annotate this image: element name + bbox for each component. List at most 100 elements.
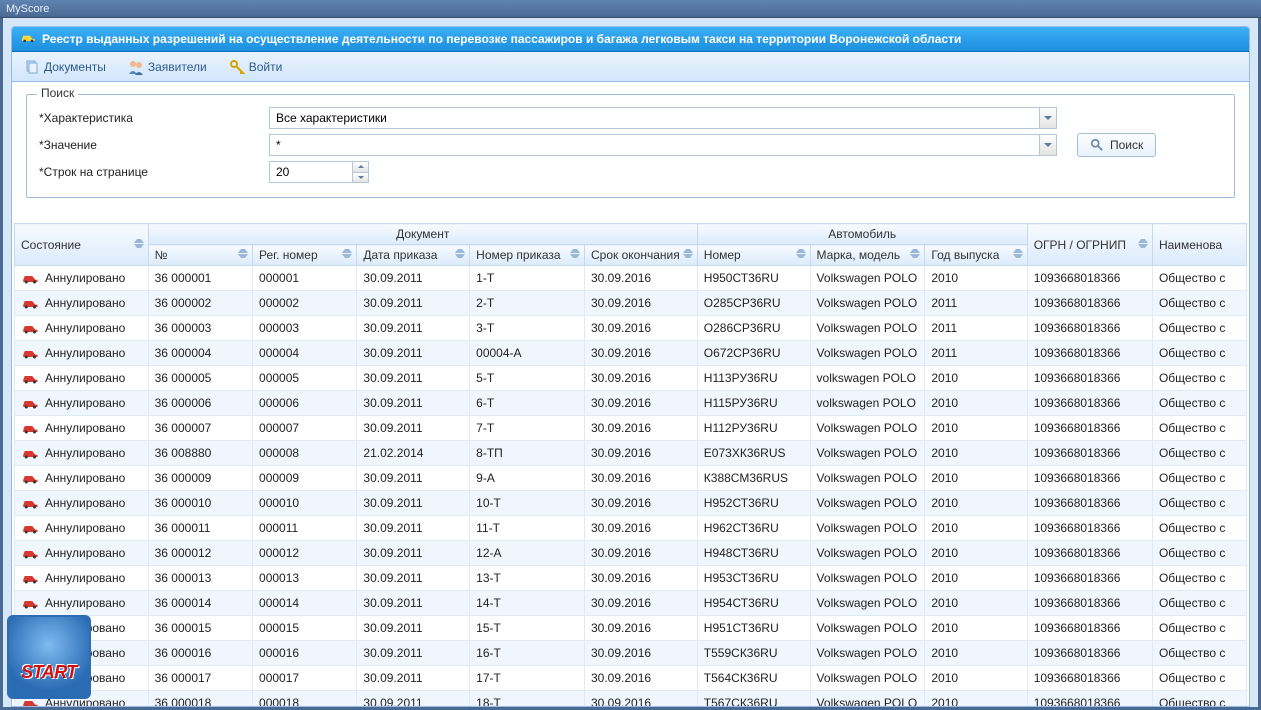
table-row[interactable]: Аннулировано36 00000300000330.09.20113-Т… bbox=[15, 316, 1247, 341]
table-row[interactable]: Аннулировано36 00888000000821.02.20148-Т… bbox=[15, 441, 1247, 466]
col-company[interactable]: Наименова bbox=[1152, 224, 1246, 266]
table-row[interactable]: Аннулировано36 00001800001830.09.201118-… bbox=[15, 691, 1247, 707]
cell-regnum: 000006 bbox=[253, 391, 357, 416]
table-row[interactable]: Аннулировано36 00001100001130.09.201111-… bbox=[15, 516, 1247, 541]
status-label: Аннулировано bbox=[45, 396, 125, 410]
status-label: Аннулировано bbox=[45, 496, 125, 510]
cell-regnum: 000017 bbox=[253, 666, 357, 691]
rows-spinner-up[interactable] bbox=[353, 162, 368, 173]
cell-model: Volkswagen POLO bbox=[810, 491, 925, 516]
col-model[interactable]: Марка, модель bbox=[810, 245, 925, 266]
col-status[interactable]: Состояние bbox=[15, 224, 149, 266]
toolbar-documents[interactable]: Документы bbox=[18, 56, 112, 78]
start-badge[interactable]: START bbox=[7, 615, 91, 699]
cell-year: 2010 bbox=[925, 691, 1027, 707]
col-year[interactable]: Год выпуска bbox=[925, 245, 1027, 266]
key-icon bbox=[229, 59, 245, 75]
cell-expiry: 30.09.2016 bbox=[584, 341, 697, 366]
cell-carnum: Т559СК36RU bbox=[697, 641, 810, 666]
table-row[interactable]: Аннулировано36 00000100000130.09.20111-Т… bbox=[15, 266, 1247, 291]
status-label: Аннулировано bbox=[45, 421, 125, 435]
cell-ordnum: 17-Т bbox=[470, 666, 585, 691]
col-group-document: Документ bbox=[148, 224, 697, 245]
cell-orddate: 21.02.2014 bbox=[357, 441, 470, 466]
cell-expiry: 30.09.2016 bbox=[584, 266, 697, 291]
toolbar-login[interactable]: Войти bbox=[223, 56, 289, 78]
characteristic-combo[interactable] bbox=[269, 107, 1057, 129]
cell-year: 2010 bbox=[925, 466, 1027, 491]
col-group-car: Автомобиль bbox=[697, 224, 1027, 245]
cell-model: Volkswagen POLO bbox=[810, 591, 925, 616]
value-input[interactable] bbox=[270, 136, 1056, 154]
documents-icon bbox=[24, 59, 40, 75]
col-carnum[interactable]: Номер bbox=[697, 245, 810, 266]
cell-year: 2010 bbox=[925, 591, 1027, 616]
table-row[interactable]: Аннулировано36 00001300001330.09.201113-… bbox=[15, 566, 1247, 591]
cell-regnum: 000007 bbox=[253, 416, 357, 441]
value-trigger[interactable] bbox=[1039, 135, 1056, 155]
status-label: Аннулировано bbox=[45, 321, 125, 335]
table-row[interactable]: Аннулировано36 00001700001730.09.201117-… bbox=[15, 666, 1247, 691]
table-row[interactable]: Аннулировано36 00000700000730.09.20117-Т… bbox=[15, 416, 1247, 441]
cell-ordnum: 2-Т bbox=[470, 291, 585, 316]
rows-spinner-down[interactable] bbox=[353, 173, 368, 183]
table-row[interactable]: Аннулировано36 00000500000530.09.20115-Т… bbox=[15, 366, 1247, 391]
col-ogrn[interactable]: ОГРН / ОГРНИП bbox=[1027, 224, 1152, 266]
cell-ogrn: 1093668018366 bbox=[1027, 516, 1152, 541]
table-row[interactable]: Аннулировано36 00000600000630.09.20116-Т… bbox=[15, 391, 1247, 416]
table-row[interactable]: Аннулировано36 00000400000430.09.2011000… bbox=[15, 341, 1247, 366]
toolbar-applicants[interactable]: Заявители bbox=[122, 56, 213, 78]
table-row[interactable]: Аннулировано36 00000900000930.09.20119-А… bbox=[15, 466, 1247, 491]
col-expiry[interactable]: Срок окончания bbox=[584, 245, 697, 266]
panel-header: Реестр выданных разрешений на осуществле… bbox=[12, 27, 1249, 52]
cell-orddate: 30.09.2011 bbox=[357, 616, 470, 641]
cell-ogrn: 1093668018366 bbox=[1027, 566, 1152, 591]
cell-expiry: 30.09.2016 bbox=[584, 366, 697, 391]
search-button[interactable]: Поиск bbox=[1077, 133, 1156, 157]
table-row[interactable]: Аннулировано36 00001600001630.09.201116-… bbox=[15, 641, 1247, 666]
cell-year: 2010 bbox=[925, 666, 1027, 691]
col-orddate[interactable]: Дата приказа bbox=[357, 245, 470, 266]
cell-year: 2010 bbox=[925, 366, 1027, 391]
cell-ordnum: 5-Т bbox=[470, 366, 585, 391]
cell-expiry: 30.09.2016 bbox=[584, 691, 697, 707]
characteristic-trigger[interactable] bbox=[1039, 108, 1056, 128]
cell-ordnum: 12-А bbox=[470, 541, 585, 566]
table-row[interactable]: Аннулировано36 00000200000230.09.20112-Т… bbox=[15, 291, 1247, 316]
cell-expiry: 30.09.2016 bbox=[584, 466, 697, 491]
car-status-icon bbox=[21, 298, 39, 308]
col-ordnum[interactable]: Номер приказа bbox=[470, 245, 585, 266]
cell-expiry: 30.09.2016 bbox=[584, 591, 697, 616]
cell-num: 36 000018 bbox=[148, 691, 252, 707]
cell-company: Общество с bbox=[1152, 491, 1246, 516]
col-regnum[interactable]: Рег. номер bbox=[253, 245, 357, 266]
cell-ogrn: 1093668018366 bbox=[1027, 341, 1152, 366]
cell-year: 2011 bbox=[925, 341, 1027, 366]
cell-orddate: 30.09.2011 bbox=[357, 266, 470, 291]
cell-num: 36 000003 bbox=[148, 316, 252, 341]
cell-num: 36 000010 bbox=[148, 491, 252, 516]
cell-model: Volkswagen POLO bbox=[810, 266, 925, 291]
value-combo[interactable] bbox=[269, 134, 1057, 156]
cell-num: 36 000012 bbox=[148, 541, 252, 566]
cell-model: Volkswagen POLO bbox=[810, 641, 925, 666]
car-status-icon bbox=[21, 448, 39, 458]
status-label: Аннулировано bbox=[45, 571, 125, 585]
search-button-label: Поиск bbox=[1110, 138, 1143, 152]
window-titlebar[interactable]: MyScore bbox=[0, 0, 1261, 18]
col-num[interactable]: № bbox=[148, 245, 252, 266]
table-row[interactable]: Аннулировано36 00001400001430.09.201114-… bbox=[15, 591, 1247, 616]
car-status-icon bbox=[21, 523, 39, 533]
cell-regnum: 000009 bbox=[253, 466, 357, 491]
table-row[interactable]: Аннулировано36 00001200001230.09.201112-… bbox=[15, 541, 1247, 566]
grid-wrap[interactable]: Состояние Документ Автомобиль ОГРН / ОГР… bbox=[14, 223, 1247, 706]
table-row[interactable]: Аннулировано36 00001500001530.09.201115-… bbox=[15, 616, 1247, 641]
car-icon bbox=[20, 33, 36, 45]
cell-ordnum: 13-Т bbox=[470, 566, 585, 591]
table-row[interactable]: Аннулировано36 00001000001030.09.201110-… bbox=[15, 491, 1247, 516]
characteristic-input[interactable] bbox=[270, 109, 1056, 127]
cell-num: 36 000001 bbox=[148, 266, 252, 291]
cell-regnum: 000004 bbox=[253, 341, 357, 366]
rows-spinner[interactable] bbox=[269, 161, 369, 183]
sort-icon bbox=[455, 249, 465, 261]
